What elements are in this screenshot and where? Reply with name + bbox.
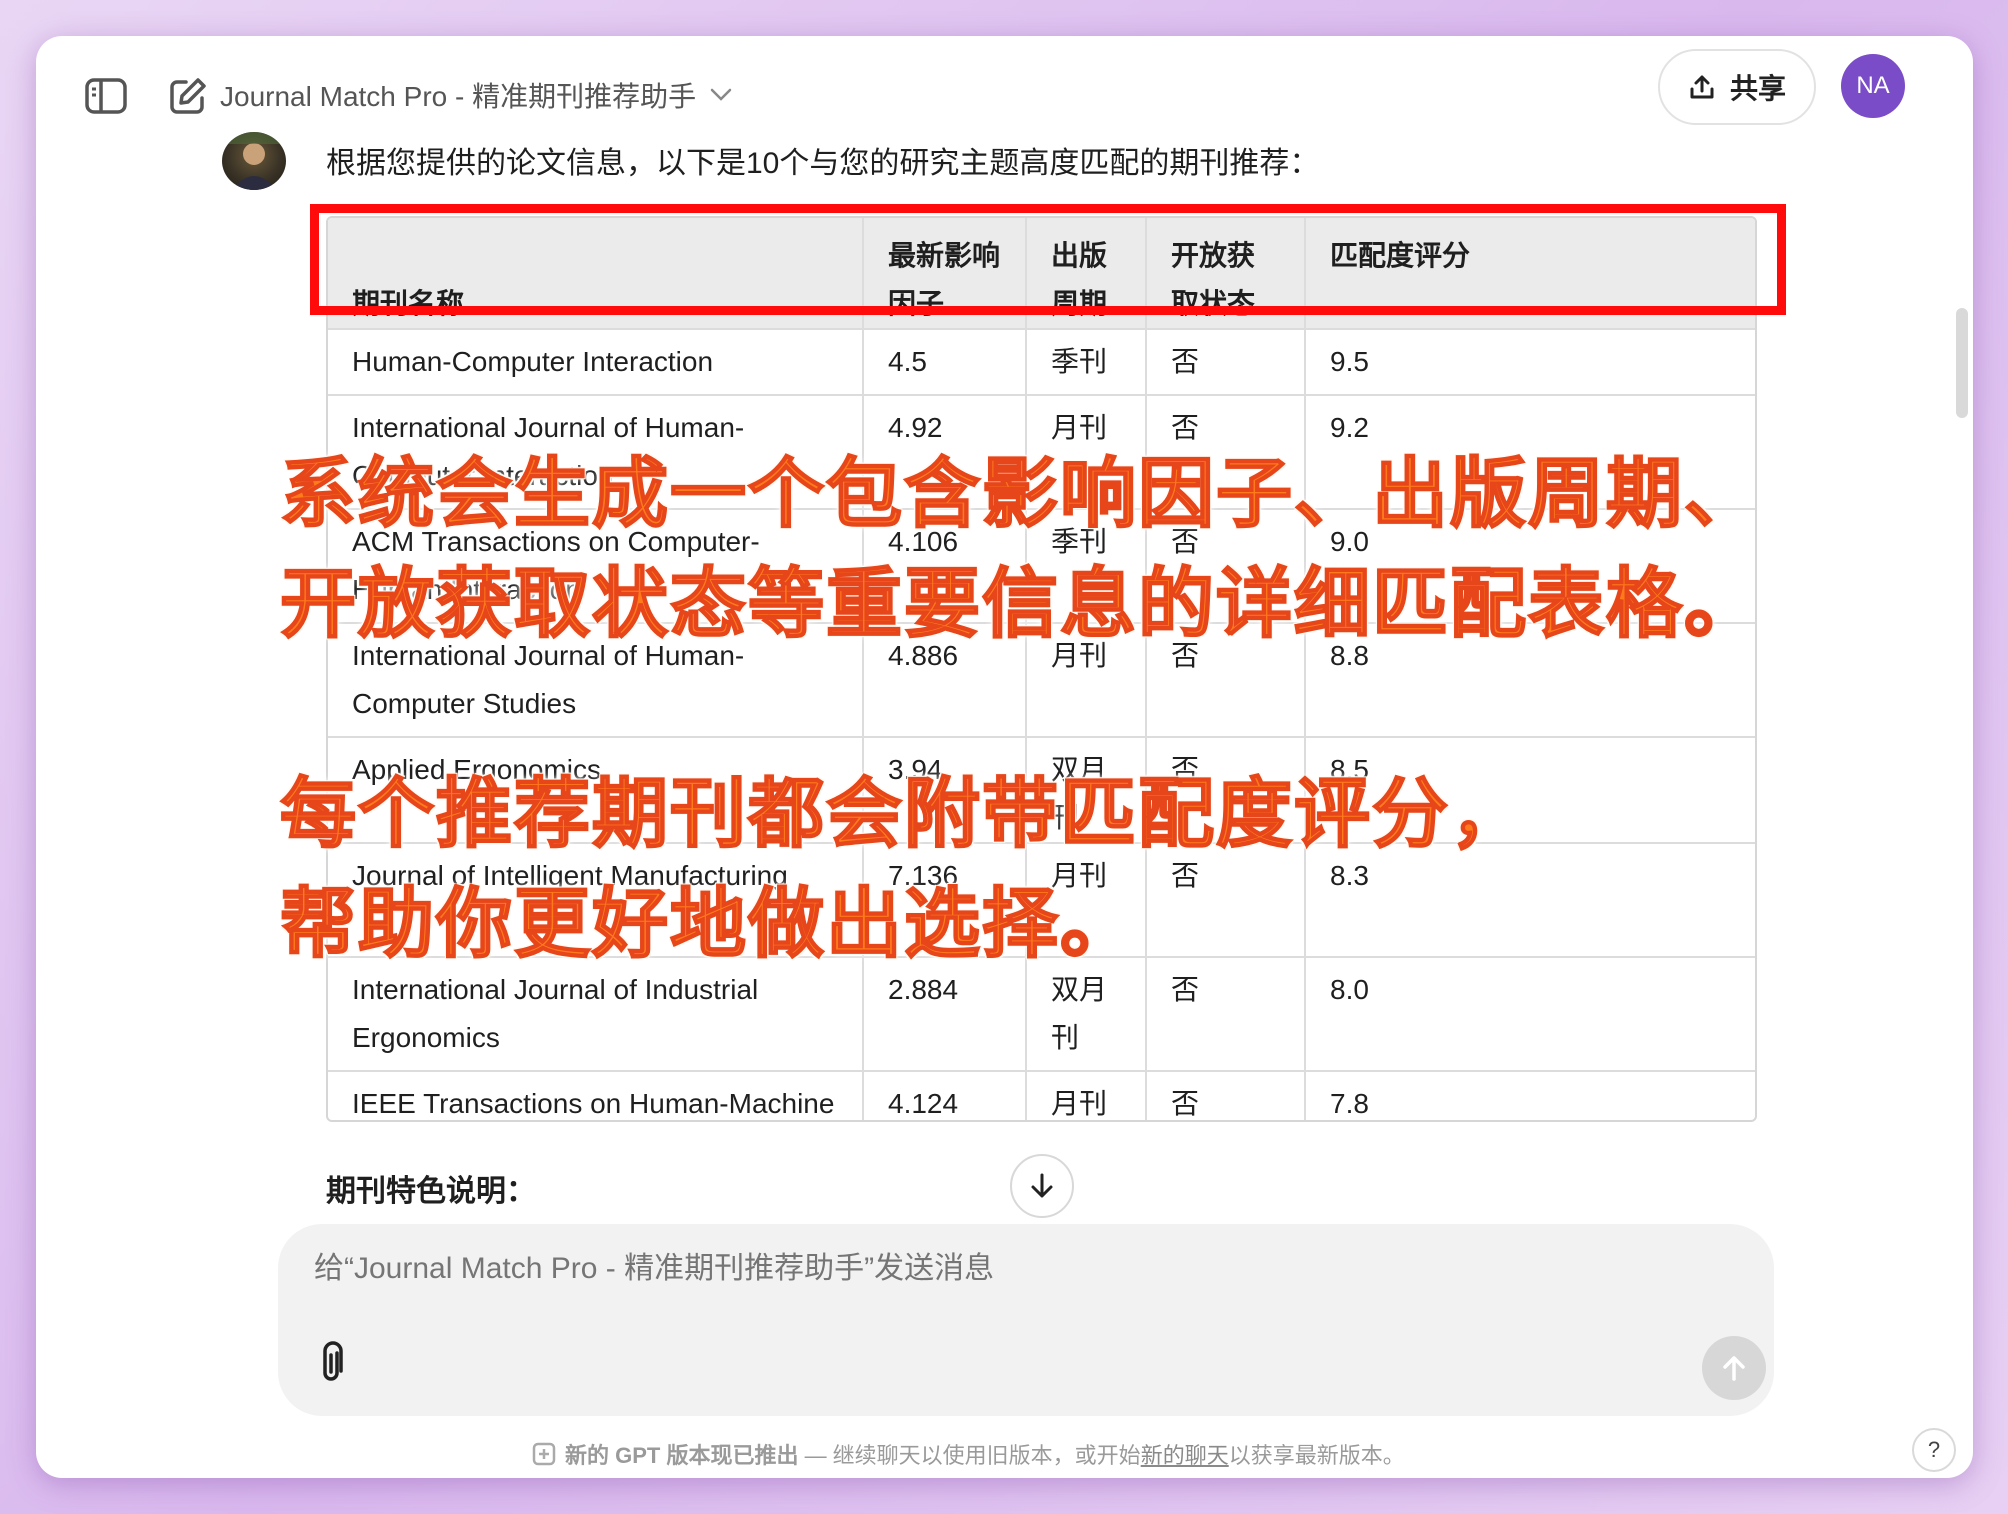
- edit-icon: [170, 78, 206, 114]
- overlay-caption-line1: 系统会生成一个包含影响因子、出版周期、: [279, 448, 1762, 539]
- help-button[interactable]: ?: [1912, 1428, 1956, 1472]
- table-row: Human-Computer Interaction 4.5 季刊否 9.5: [328, 329, 1755, 396]
- new-chat-small-icon: [532, 1442, 556, 1466]
- footer-notice: 新的 GPT 版本现已推出 — 继续聊天以使用旧版本，或开始新的聊天以获享最新版…: [531, 1438, 1405, 1470]
- header-journal-name: 期刊名称: [328, 218, 864, 330]
- table-header-row: 期刊名称 最新影响因子 出版周期 开放获取状态 匹配度评分: [328, 218, 1755, 330]
- message-composer: [278, 1224, 1774, 1416]
- match-score-cell: 8.0: [1305, 957, 1755, 1072]
- match-score-cell: 7.8: [1305, 1071, 1755, 1120]
- top-bar: Journal Match Pro - 精准期刊推荐助手 共享 NA: [36, 36, 1973, 141]
- open-access-cell: 否: [1146, 329, 1306, 396]
- person-photo-icon: [222, 132, 286, 190]
- impact-factor-cell: 4.5: [863, 329, 1027, 396]
- publication-cycle-cell: 季刊: [1026, 329, 1147, 396]
- header-open-access: 开放获取状态: [1146, 218, 1306, 330]
- upload-icon: [1690, 75, 1714, 99]
- paperclip-icon: [323, 1341, 343, 1381]
- journal-name-cell: Human-Computer Interaction: [328, 329, 864, 396]
- sidebar-toggle-button[interactable]: [74, 64, 138, 128]
- header-match-score: 匹配度评分: [1305, 218, 1755, 330]
- chevron-down-icon: [710, 88, 732, 101]
- footer-suffix: 以获享最新版本。: [1228, 1443, 1405, 1468]
- match-score-cell: 9.5: [1305, 329, 1755, 396]
- overlay-caption-line4: 帮助你更好地做出选择。: [279, 878, 1138, 969]
- user-initials: NA: [1856, 72, 1890, 99]
- table-row: International Journal of Industrial Ergo…: [328, 957, 1755, 1072]
- footer-prefix: 新的 GPT 版本现已推出: [565, 1443, 799, 1468]
- footer-middle: — 继续聊天以使用旧版本，或开始: [798, 1443, 1141, 1468]
- assistant-avatar: [222, 132, 286, 190]
- header-impact-factor: 最新影响因子: [863, 218, 1027, 330]
- user-avatar[interactable]: NA: [1841, 54, 1905, 118]
- overlay-caption-line2: 开放获取状态等重要信息的详细匹配表格。: [279, 558, 1762, 649]
- open-access-cell: 否: [1146, 957, 1306, 1072]
- header-publication-cycle: 出版周期: [1026, 218, 1147, 330]
- features-title: 期刊特色说明：: [326, 1175, 536, 1208]
- arrow-down-icon: [1031, 1173, 1053, 1198]
- message-input[interactable]: [314, 1252, 1614, 1286]
- journal-name-cell: IEEE Transactions on Human-Machine Syste…: [328, 1071, 864, 1120]
- assistant-message-intro: 根据您提供的论文信息，以下是10个与您的研究主题高度匹配的期刊推荐：: [326, 147, 1320, 180]
- table-row: IEEE Transactions on Human-Machine Syste…: [328, 1071, 1755, 1120]
- scrollbar[interactable]: [1956, 308, 1968, 418]
- new-chat-link[interactable]: 新的聊天: [1141, 1443, 1229, 1468]
- model-selector[interactable]: Journal Match Pro - 精准期刊推荐助手: [220, 70, 732, 120]
- journal-table: 期刊名称 最新影响因子 出版周期 开放获取状态 匹配度评分 Human-Comp…: [326, 216, 1757, 1122]
- new-chat-button[interactable]: [156, 64, 220, 128]
- impact-factor-cell: 2.884: [863, 957, 1027, 1072]
- arrow-up-icon: [1723, 1356, 1745, 1381]
- impact-factor-cell: 4.124: [863, 1071, 1027, 1120]
- share-label: 共享: [1729, 73, 1786, 104]
- app-title-text: Journal Match Pro - 精准期刊推荐助手: [220, 81, 697, 112]
- share-button[interactable]: 共享: [1658, 49, 1816, 125]
- attach-button[interactable]: [306, 1338, 356, 1388]
- open-access-cell: 否: [1146, 1071, 1306, 1120]
- sidebar-icon: [85, 78, 127, 114]
- scroll-down-button[interactable]: [1010, 1154, 1074, 1218]
- overlay-caption-line3: 每个推荐期刊都会附带匹配度评分，: [279, 768, 1528, 859]
- publication-cycle-cell: 月刊: [1026, 1071, 1147, 1120]
- send-button[interactable]: [1702, 1336, 1766, 1400]
- journal-name-cell: International Journal of Industrial Ergo…: [328, 957, 864, 1072]
- publication-cycle-cell: 双月刊: [1026, 957, 1147, 1072]
